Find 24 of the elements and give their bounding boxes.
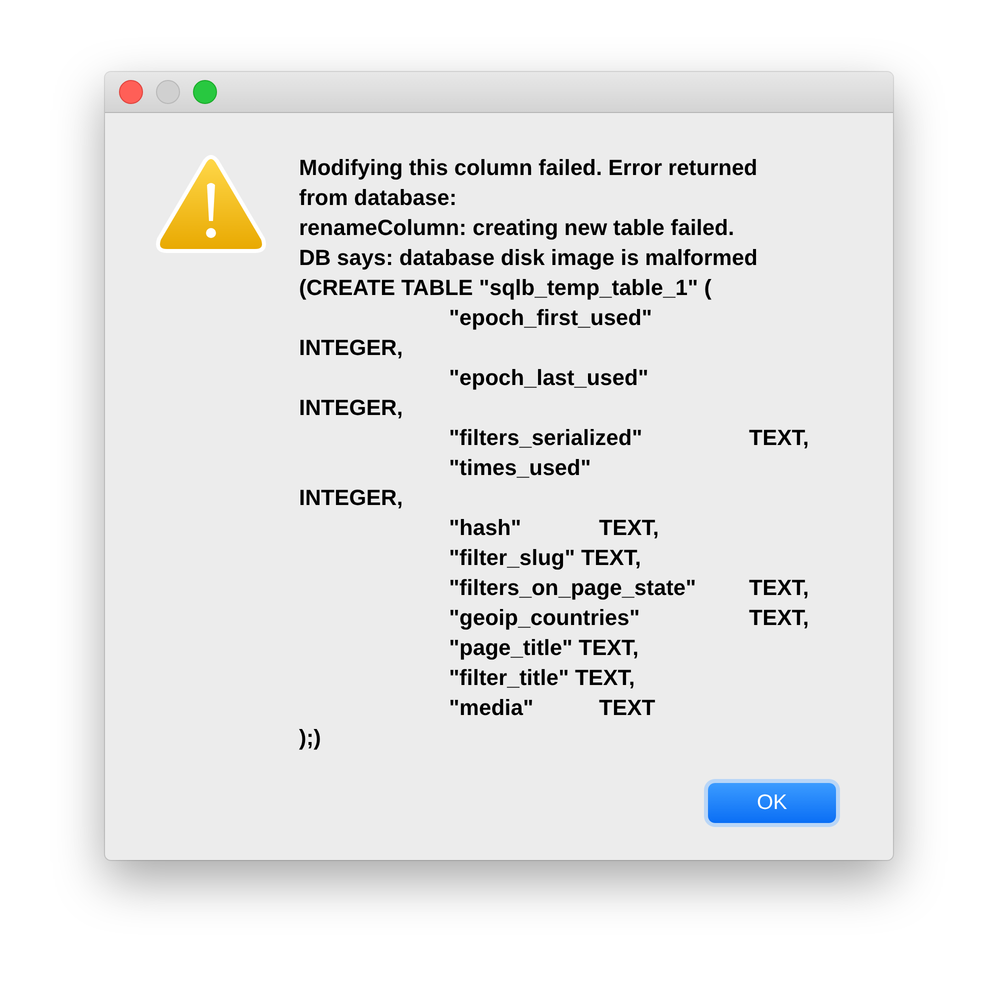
message-line: "filter_slug" TEXT, <box>448 544 642 572</box>
message-line: "page_title" TEXT, <box>448 634 640 662</box>
message-line: "media" TEXT <box>448 694 656 722</box>
message-line: "geoip_countries" TEXT, <box>448 604 809 632</box>
message-line: Modifying this column failed. Error returned <box>299 154 758 182</box>
message-line: DB says: database disk image is malformed <box>299 244 759 272</box>
zoom-button[interactable] <box>193 80 217 104</box>
warning-icon <box>155 155 267 255</box>
message-line: "filter_title" TEXT, <box>448 664 636 692</box>
message-line: INTEGER, <box>299 334 404 362</box>
ok-button[interactable]: OK <box>708 783 836 823</box>
close-button[interactable] <box>119 80 143 104</box>
message-line: renameColumn: creating new table failed. <box>299 214 736 242</box>
message-line: "epoch_last_used" <box>448 364 650 392</box>
message-line: "filters_on_page_state" TEXT, <box>448 574 809 602</box>
message-line: from database: <box>299 184 458 212</box>
message-line: "filters_serialized" TEXT, <box>448 424 809 452</box>
message-line: "times_used" <box>448 454 592 482</box>
message-line: INTEGER, <box>299 394 404 422</box>
message-line: );) <box>299 724 322 752</box>
message-line: "hash" TEXT, <box>448 514 660 542</box>
message-line: "epoch_first_used" <box>448 304 654 332</box>
message-line: INTEGER, <box>299 484 404 512</box>
message-line: (CREATE TABLE "sqlb_temp_table_1" ( <box>299 274 712 302</box>
